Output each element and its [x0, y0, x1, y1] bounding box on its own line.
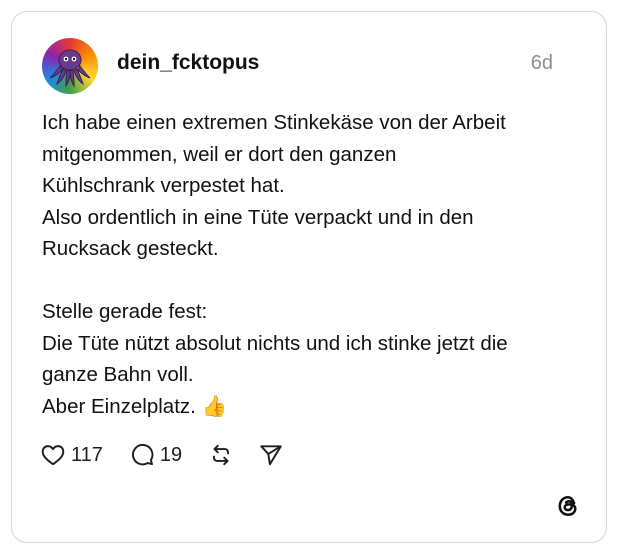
send-icon [260, 445, 282, 466]
octopus-icon [49, 49, 91, 88]
repost-button[interactable] [208, 442, 234, 468]
post-timestamp: 6d [530, 52, 553, 74]
post-text: Ich habe einen extremen Stinkekäse von d… [42, 107, 582, 422]
like-button[interactable]: 117 [40, 442, 103, 468]
post-line-blank [42, 265, 582, 297]
post-line: Aber Einzelplatz. 👍 [42, 394, 228, 418]
share-button[interactable] [258, 442, 284, 468]
post-card: dein_fcktopus 6d Ich habe einen extremen… [11, 11, 607, 543]
post-line: Ich habe einen extremen Stinkekäse von d… [42, 111, 506, 134]
threads-logo-icon-glyph [558, 495, 577, 517]
post-line: Rucksack gesteckt. [42, 237, 219, 260]
username[interactable]: dein_fcktopus [117, 51, 259, 75]
threads-logo-icon[interactable] [554, 492, 582, 520]
heart-icon [41, 445, 65, 466]
post-line: mitgenommen, weil er dort den ganzen [42, 142, 397, 166]
reply-button[interactable]: 19 [129, 442, 182, 468]
post-line: Stelle gerade fest: [42, 300, 208, 323]
repost-icon [213, 444, 230, 466]
post-line: ganze Bahn voll. [42, 363, 194, 386]
post-line: Also ordentlich in eine Tüte verpackt un… [42, 205, 474, 229]
action-bar: 117 19 [40, 440, 284, 470]
like-count: 117 [71, 443, 103, 466]
reply-count: 19 [159, 443, 183, 466]
post-line: Die Tüte nützt absolut nichts und ich st… [42, 331, 508, 355]
avatar[interactable] [42, 38, 98, 94]
post-line: Kühlschrank verpestet hat. [42, 174, 285, 197]
comment-bubble-icon [131, 443, 154, 466]
